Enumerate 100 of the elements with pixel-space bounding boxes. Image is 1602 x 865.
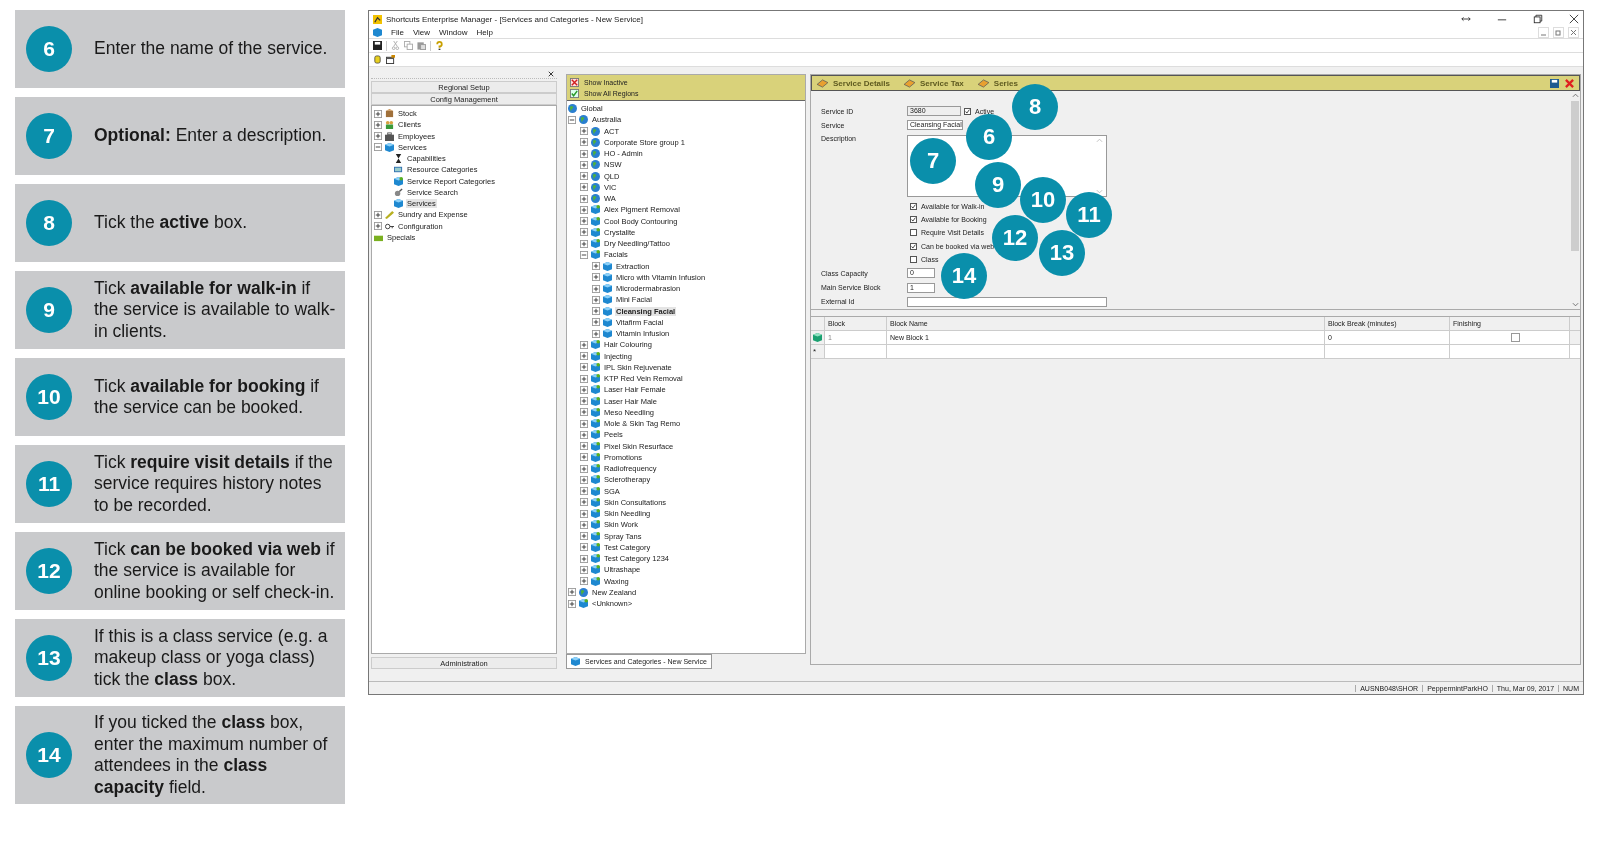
expander-icon[interactable] <box>592 284 600 293</box>
new-row[interactable]: * <box>811 345 1580 359</box>
close-icon[interactable] <box>548 70 554 77</box>
expander-icon[interactable] <box>580 250 588 259</box>
expander-icon[interactable] <box>580 340 588 349</box>
checkbox[interactable] <box>1511 333 1520 342</box>
paste-icon[interactable] <box>417 41 426 50</box>
expander-icon[interactable] <box>592 318 600 327</box>
expander-icon[interactable] <box>580 352 588 361</box>
menu-item[interactable]: File <box>391 28 404 37</box>
people-icon <box>385 120 394 130</box>
expander-icon[interactable] <box>374 120 382 129</box>
step-text: Tick available for booking if the service can be booked. <box>94 375 320 419</box>
cube-icon <box>591 396 600 406</box>
step-text: Enter the name of the service. <box>94 38 328 60</box>
expander-icon[interactable] <box>568 599 576 608</box>
restore-icon[interactable] <box>1553 27 1564 38</box>
scrollbar[interactable] <box>1570 91 1580 309</box>
expander-icon[interactable] <box>592 262 600 271</box>
save-icon[interactable] <box>1550 78 1559 88</box>
expander-icon[interactable] <box>580 464 588 473</box>
globe-icon <box>591 137 600 147</box>
cube-icon <box>591 509 600 519</box>
expander-icon[interactable] <box>374 222 382 231</box>
checkbox[interactable] <box>910 202 917 210</box>
close-icon[interactable] <box>1569 14 1579 24</box>
window-title: Shortcuts Enterprise Manager - [Services and Categories - New Service] <box>386 14 643 24</box>
expander-icon[interactable] <box>580 138 588 147</box>
expander-icon[interactable] <box>580 408 588 417</box>
expander-icon[interactable] <box>580 520 588 529</box>
search-icon <box>394 187 403 197</box>
menu-item[interactable]: Help <box>476 28 493 37</box>
expander-icon[interactable] <box>580 149 588 158</box>
step-text: Tick require visit details if the service requires history notes to be recorded. <box>94 451 334 517</box>
expander-icon[interactable] <box>580 397 588 406</box>
cube-icon <box>591 205 600 215</box>
save-icon[interactable] <box>373 41 382 50</box>
cube-icon <box>591 497 600 507</box>
expander-icon[interactable] <box>592 307 600 316</box>
expander-icon[interactable] <box>568 588 576 597</box>
cube-icon <box>591 374 600 384</box>
expander-icon[interactable] <box>580 419 588 428</box>
expander-icon[interactable] <box>580 487 588 496</box>
checkbox[interactable] <box>910 242 917 250</box>
expander-icon[interactable] <box>580 172 588 181</box>
window-icon[interactable] <box>386 55 395 64</box>
expander-icon[interactable] <box>580 577 588 586</box>
expander-icon[interactable] <box>580 363 588 372</box>
expander-icon[interactable] <box>580 442 588 451</box>
checkbox[interactable] <box>910 255 917 263</box>
expander-icon[interactable] <box>568 115 576 124</box>
expander-icon[interactable] <box>580 475 588 484</box>
expander-icon[interactable] <box>580 374 588 383</box>
expander-icon[interactable] <box>580 228 588 237</box>
expander-icon[interactable] <box>580 127 588 136</box>
cube-icon <box>591 531 600 541</box>
tab[interactable]: Service Details <box>833 78 890 88</box>
expander-icon[interactable] <box>592 273 600 282</box>
expander-icon[interactable] <box>580 565 588 574</box>
cube-icon <box>591 520 600 530</box>
expander-icon[interactable] <box>580 194 588 203</box>
expander-icon[interactable] <box>374 210 382 219</box>
resize-icon[interactable] <box>1461 14 1471 24</box>
expander-icon[interactable] <box>592 295 600 304</box>
expander-icon[interactable] <box>580 183 588 192</box>
checkbox[interactable] <box>964 107 971 115</box>
computer-icon <box>394 165 403 175</box>
help-icon[interactable] <box>435 41 444 50</box>
cube-icon <box>591 576 600 586</box>
maximize-icon[interactable] <box>1533 14 1543 24</box>
expander-icon[interactable] <box>580 205 588 214</box>
expander-icon[interactable] <box>580 385 588 394</box>
cube-icon <box>591 419 600 429</box>
expander-icon[interactable] <box>580 160 588 169</box>
expander-icon[interactable] <box>580 239 588 248</box>
menu-item[interactable]: Window <box>439 28 468 37</box>
cylinder-icon[interactable] <box>373 55 382 64</box>
expander-icon[interactable] <box>580 543 588 552</box>
external-id-field[interactable] <box>907 296 1107 307</box>
expander-icon[interactable] <box>580 430 588 439</box>
menu-item[interactable]: View <box>412 28 431 37</box>
expander-icon[interactable] <box>592 329 600 338</box>
expander-icon[interactable] <box>580 217 588 226</box>
scroll-up-icon[interactable] <box>1571 93 1579 98</box>
scroll-down-icon[interactable] <box>1571 302 1579 307</box>
tick-icon[interactable] <box>570 88 579 98</box>
expander-icon[interactable] <box>374 143 382 152</box>
expander-icon[interactable] <box>580 532 588 541</box>
expander-icon[interactable] <box>580 453 588 462</box>
step-number: 8 <box>26 200 72 246</box>
cross-icon[interactable] <box>570 77 579 87</box>
expander-icon[interactable] <box>580 554 588 563</box>
tab[interactable]: Service Tax <box>919 78 964 88</box>
expander-icon[interactable] <box>374 132 382 141</box>
expander-icon[interactable] <box>374 109 382 118</box>
cube-icon <box>591 362 600 372</box>
expander-icon[interactable] <box>580 498 588 507</box>
expander-icon[interactable] <box>580 509 588 518</box>
checkbox[interactable] <box>910 216 917 224</box>
checkbox[interactable] <box>910 229 917 237</box>
